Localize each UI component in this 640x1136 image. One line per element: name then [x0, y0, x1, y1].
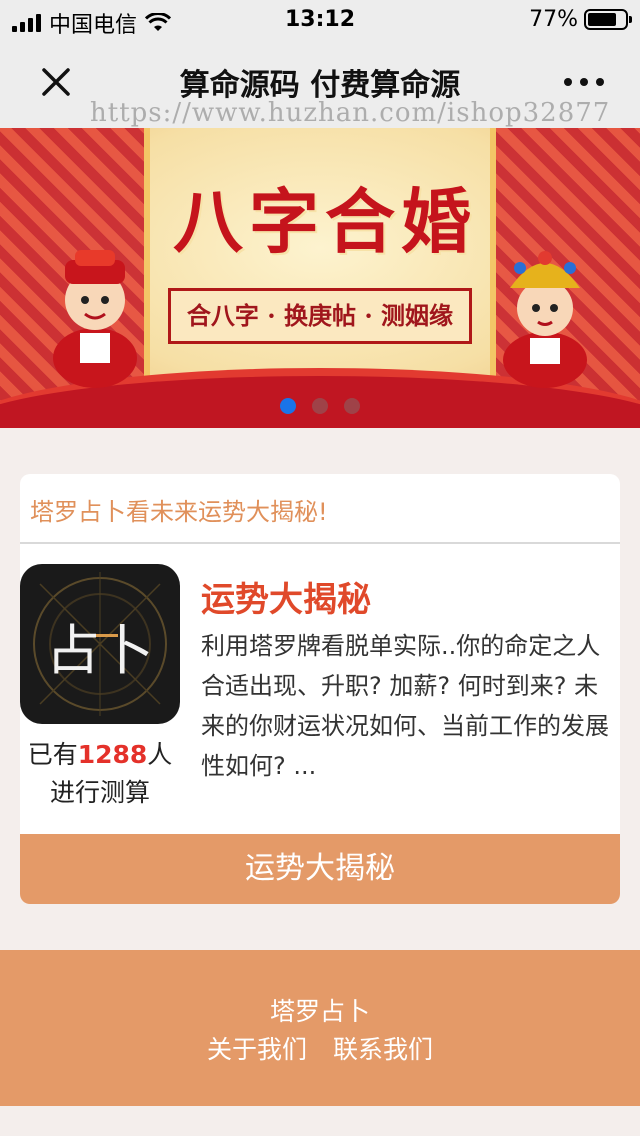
card-title: 运势大揭秘: [201, 580, 371, 620]
nav-bar: 算命源码 付费算命源 https://www.huzhan.com/ishop3…: [0, 40, 640, 128]
carousel-indicator[interactable]: [0, 398, 640, 414]
carousel-dot[interactable]: [344, 398, 360, 414]
card-description: 利用塔罗牌看脱单实际..你的命定之人合适出现、升职? 加薪? 何时到来? 未来的…: [201, 632, 609, 780]
tarot-app-icon-label: 占卜: [46, 619, 154, 682]
about-us-link[interactable]: 关于我们: [207, 1030, 307, 1066]
carousel-dot[interactable]: [280, 398, 296, 414]
fortune-button[interactable]: 运势大揭秘: [20, 834, 620, 904]
status-bar: 中国电信 13:12 77%: [0, 0, 640, 40]
tarot-card[interactable]: 塔罗占卜看未来运势大揭秘! 占卜 已有1288人 进行测算 运势大揭秘 利用塔罗…: [20, 474, 620, 904]
tarot-app-icon[interactable]: 占卜: [20, 564, 180, 724]
close-icon[interactable]: [36, 62, 76, 102]
footer-brand: 塔罗占卜: [269, 997, 370, 1026]
battery-percent: 77%: [529, 7, 578, 32]
banner-title: 八字合婚: [173, 180, 477, 263]
watermark-text: https://www.huzhan.com/ishop32877: [90, 98, 611, 128]
count-value: 1288: [77, 740, 148, 769]
contact-us-link[interactable]: 联系我们: [333, 1030, 433, 1066]
participant-count: 已有1288人 进行测算: [20, 736, 180, 812]
count-prefix: 已有: [27, 740, 78, 769]
count-line2: 进行测算: [49, 778, 150, 807]
banner-carousel[interactable]: 八字合婚 合八字 · 换庚帖 · 测姻缘: [0, 128, 640, 428]
battery-icon: [584, 9, 632, 30]
more-icon[interactable]: [564, 78, 604, 86]
banner-subtitle: 合八字 · 换庚帖 · 测姻缘: [168, 288, 472, 344]
card-header: 塔罗占卜看未来运势大揭秘!: [20, 474, 620, 544]
carousel-dot[interactable]: [312, 398, 328, 414]
footer: 塔罗占卜 关于我们 联系我们: [0, 950, 640, 1106]
count-suffix: 人: [147, 740, 173, 769]
